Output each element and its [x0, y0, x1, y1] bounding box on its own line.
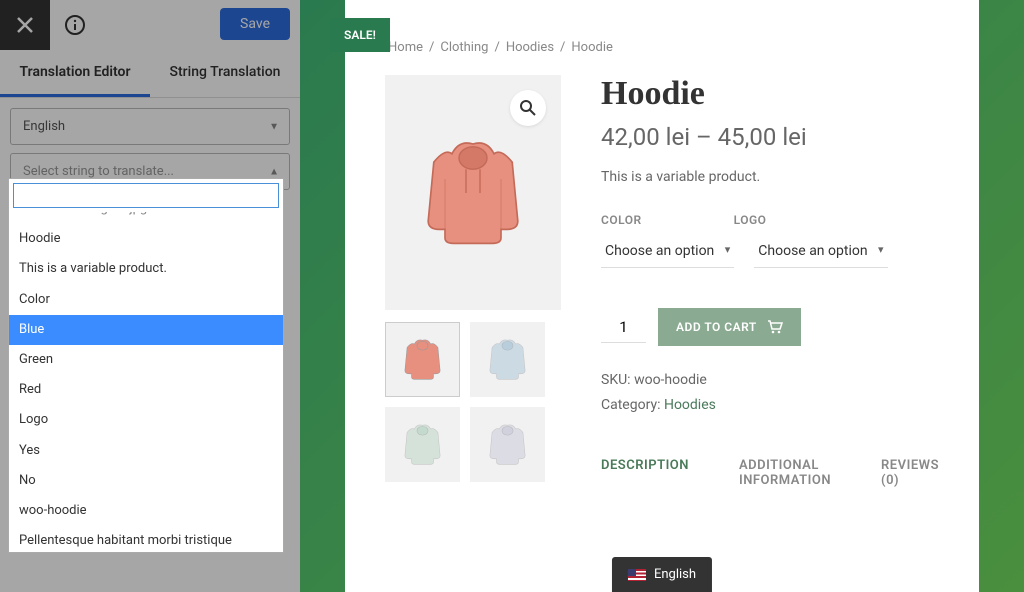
sku-value: woo-hoodie [634, 372, 707, 388]
product-thumbnail[interactable] [385, 322, 460, 397]
product-tab[interactable]: REVIEWS (0) [881, 458, 939, 488]
product-title: Hoodie [601, 75, 939, 113]
dropdown-list[interactable]: hoodie-with-logo-2.jpgHoodieThis is a va… [9, 212, 283, 552]
category-label: Category: [601, 397, 660, 413]
preview-pane: SALE! Home/Clothing/Hoodies/Hoodie [300, 0, 1024, 592]
info-button[interactable] [50, 0, 100, 50]
dropdown-item[interactable]: Pellentesque habitant morbi tristique se… [9, 526, 283, 552]
add-to-cart-label: ADD TO CART [676, 320, 757, 334]
hoodie-illustration [403, 123, 543, 263]
product-price: 42,00 lei – 45,00 lei [601, 123, 939, 151]
us-flag-icon [628, 569, 646, 581]
chevron-up-icon: ▲ [269, 166, 279, 177]
color-label: COLOR [601, 213, 642, 227]
dropdown-item[interactable]: No [9, 466, 283, 496]
language-switcher[interactable]: English [612, 557, 712, 592]
tab-translation-editor[interactable]: Translation Editor [0, 50, 150, 97]
magnify-button[interactable] [510, 90, 546, 126]
dropdown-item[interactable]: Blue [9, 315, 283, 345]
dropdown-item[interactable]: hoodie-with-logo-2.jpg [9, 212, 283, 224]
product-main-image[interactable] [385, 75, 561, 310]
info-icon [64, 14, 86, 36]
dropdown-item[interactable]: Green [9, 345, 283, 375]
dropdown-item[interactable]: woo-hoodie [9, 496, 283, 526]
search-icon [519, 99, 537, 117]
save-button[interactable]: Save [220, 8, 290, 40]
language-select[interactable]: English ▼ [10, 108, 290, 145]
language-select-value: English [23, 119, 65, 134]
product-thumbnail[interactable] [470, 407, 545, 482]
dropdown-item[interactable]: Red [9, 375, 283, 405]
sku-label: SKU: [601, 372, 631, 388]
string-dropdown: hoodie-with-logo-2.jpgHoodieThis is a va… [8, 178, 284, 553]
dropdown-search-input[interactable] [13, 183, 279, 208]
dropdown-item[interactable]: Color [9, 285, 283, 315]
add-to-cart-button[interactable]: ADD TO CART [658, 308, 801, 346]
language-switcher-label: English [654, 567, 696, 582]
breadcrumb-item[interactable]: Hoodies [506, 40, 554, 55]
product-tab[interactable]: ADDITIONAL INFORMATION [739, 458, 831, 488]
color-select[interactable]: Choose an option [601, 235, 734, 268]
logo-label: LOGO [734, 213, 767, 227]
tab-string-translation[interactable]: String Translation [150, 50, 300, 97]
sale-badge: SALE! [330, 18, 390, 52]
dropdown-item[interactable]: Hoodie [9, 224, 283, 254]
product-tab[interactable]: DESCRIPTION [601, 458, 689, 488]
cart-icon [767, 320, 783, 334]
chevron-down-icon: ▼ [269, 121, 279, 132]
close-icon [16, 16, 34, 34]
logo-select[interactable]: Choose an option [754, 235, 887, 268]
dropdown-item[interactable]: Logo [9, 405, 283, 435]
quantity-input[interactable] [601, 312, 646, 343]
close-button[interactable] [0, 0, 50, 50]
dropdown-item[interactable]: Yes [9, 436, 283, 466]
product-thumbnail[interactable] [470, 322, 545, 397]
breadcrumb-item[interactable]: Clothing [440, 40, 488, 55]
category-link[interactable]: Hoodies [664, 397, 716, 413]
breadcrumb: Home/Clothing/Hoodies/Hoodie [385, 40, 939, 55]
product-description: This is a variable product. [601, 169, 939, 185]
dropdown-item[interactable]: This is a variable product. [9, 254, 283, 284]
string-select-placeholder: Select string to translate... [23, 164, 174, 179]
breadcrumb-item: Hoodie [571, 40, 613, 55]
breadcrumb-item[interactable]: Home [388, 40, 423, 55]
product-thumbnail[interactable] [385, 407, 460, 482]
